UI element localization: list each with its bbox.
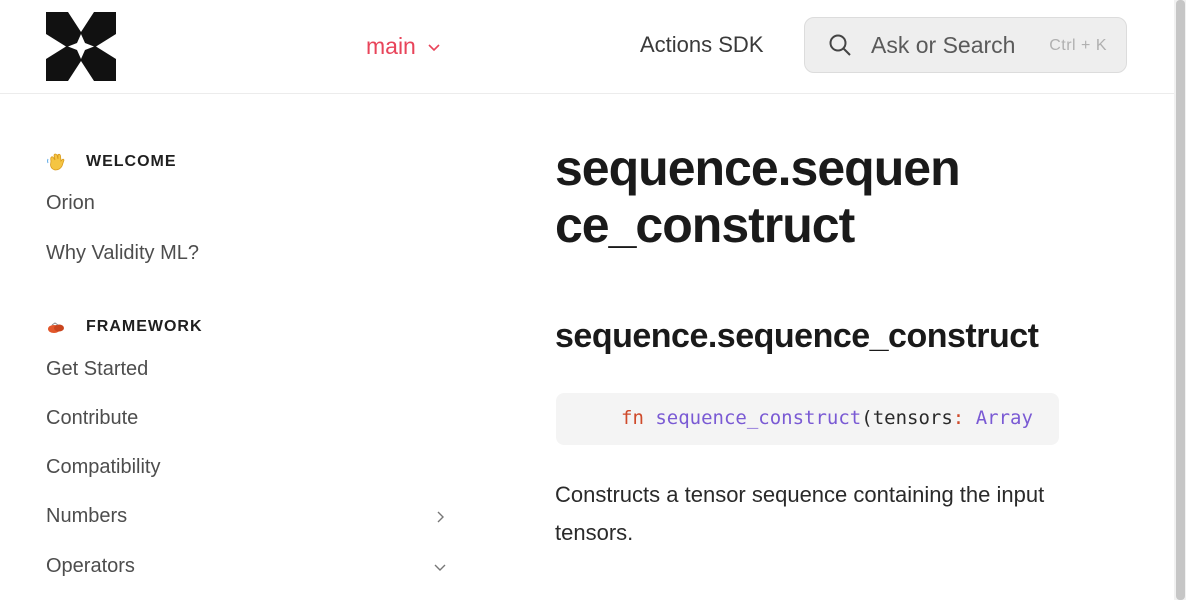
section-title: WELCOME bbox=[86, 153, 177, 170]
sidebar-item-label: Why Validity ML? bbox=[46, 242, 200, 264]
description-text: Constructs a tensor sequence containing … bbox=[555, 482, 1045, 545]
sidebar-item-label: Numbers bbox=[46, 505, 128, 527]
section-title: FRAMEWORK bbox=[86, 318, 203, 335]
code-open-paren: ( bbox=[861, 407, 873, 429]
sidebar-item-label: Operators bbox=[46, 555, 135, 577]
sidebar-item-label: Get Started bbox=[46, 358, 149, 380]
waving-hand-icon bbox=[47, 153, 65, 171]
sidebar: WELCOME Orion Why Validity ML? FRAMEWORK… bbox=[0, 94, 470, 600]
search-icon bbox=[829, 34, 851, 56]
sidebar-item-compatibility[interactable]: Compatibility bbox=[46, 456, 448, 479]
sidebar-item-orion[interactable]: Orion bbox=[46, 192, 448, 215]
sidebar-item-label: Contribute bbox=[46, 407, 139, 429]
sidebar-item-label: Orion bbox=[46, 192, 95, 214]
sidebar-item-get-started[interactable]: Get Started bbox=[46, 358, 448, 381]
chevron-down-icon bbox=[428, 43, 440, 51]
sidebar-item-contribute[interactable]: Contribute bbox=[46, 407, 448, 430]
code-colon: : bbox=[952, 407, 965, 429]
branch-label: main bbox=[366, 33, 416, 59]
framework-emoji-icon bbox=[48, 322, 64, 333]
code-function-name: sequence_construct bbox=[655, 407, 862, 429]
branch-selector[interactable]: main bbox=[366, 33, 442, 60]
sidebar-item-numbers[interactable]: Numbers bbox=[46, 505, 448, 528]
search-input[interactable]: Ask or Search Ctrl + K bbox=[804, 17, 1127, 73]
code-type: Array bbox=[975, 407, 1033, 429]
code-param: tensors bbox=[872, 407, 953, 429]
scrollbar-thumb[interactable] bbox=[1176, 0, 1185, 600]
actions-sdk-link[interactable]: Actions SDK bbox=[640, 32, 764, 58]
chevron-right-icon[interactable] bbox=[432, 509, 448, 525]
code-block[interactable]: fn sequence_construct(tensors: Array bbox=[556, 393, 1059, 445]
sidebar-item-label: Compatibility bbox=[46, 456, 161, 478]
sidebar-item-why-validity-ml[interactable]: Why Validity ML? bbox=[46, 242, 448, 265]
section-heading: sequence.sequence_construct bbox=[555, 317, 1039, 355]
search-shortcut: Ctrl + K bbox=[1049, 37, 1107, 54]
chevron-down-icon[interactable] bbox=[432, 559, 448, 575]
page-title: sequence.sequence_construct bbox=[555, 140, 961, 253]
code-signature: fn sequence_construct(tensors: Array bbox=[621, 407, 1033, 429]
top-header: main Actions SDK Ask or Search Ctrl + K bbox=[0, 0, 1174, 94]
logo-icon[interactable] bbox=[46, 12, 116, 81]
section-header-welcome: WELCOME bbox=[46, 152, 177, 172]
code-keyword: fn bbox=[621, 407, 644, 429]
search-placeholder: Ask or Search bbox=[871, 32, 1016, 58]
section-header-framework: FRAMEWORK bbox=[46, 317, 203, 337]
sidebar-item-operators[interactable]: Operators bbox=[46, 555, 448, 578]
